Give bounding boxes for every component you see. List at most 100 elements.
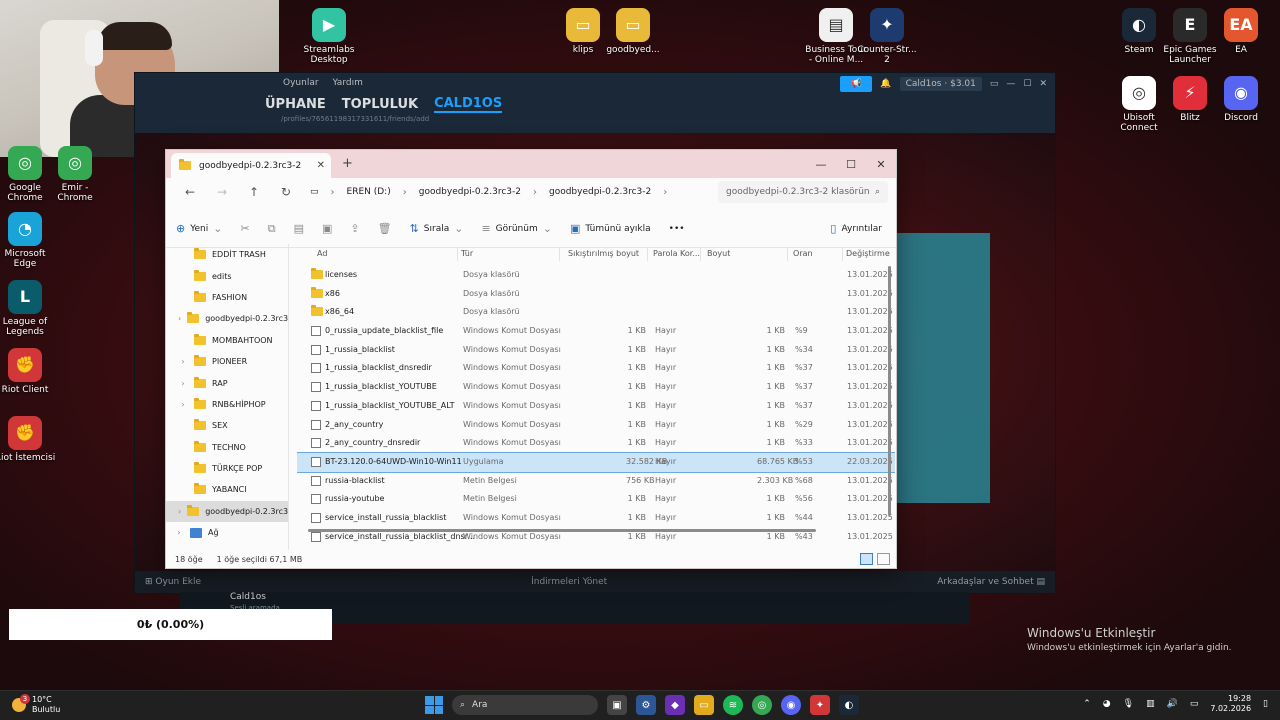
col-ratio[interactable]: Oran: [793, 249, 813, 258]
tab-close-icon[interactable]: ✕: [317, 160, 325, 171]
more-options-icon[interactable]: •••: [669, 224, 685, 234]
desktop-shortcut[interactable]: ◉ Discord: [1209, 76, 1273, 123]
nav-pane-item[interactable]: › RAP: [166, 372, 288, 393]
file-row[interactable]: licenses Dosya klasörü 13.01.2025: [297, 266, 895, 285]
monitor-icon[interactable]: ▭: [990, 79, 999, 89]
file-row[interactable]: 1_russia_blacklist_YOUTUBE_ALT Windows Ko…: [297, 397, 895, 416]
view-button[interactable]: ≡ Görünüm ⌄: [481, 222, 552, 235]
task-view-icon[interactable]: ▣: [607, 695, 627, 715]
menu-games[interactable]: Oyunlar: [283, 78, 319, 88]
clock[interactable]: 19:28 7.02.2026: [1210, 694, 1251, 715]
steam-icon[interactable]: ◐: [839, 695, 859, 715]
nav-pane-item[interactable]: TECHNO: [166, 437, 288, 458]
rename-icon[interactable]: ▣: [322, 222, 332, 235]
chevron-right-icon[interactable]: ›: [178, 379, 188, 388]
nav-pane-item[interactable]: FASHION: [166, 287, 288, 308]
nav-pane-item[interactable]: › goodbyedpi-0.2.3rc3-: [166, 500, 288, 523]
nav-pane-item[interactable]: › goodbyedpi-0.2.3rc3-: [166, 308, 288, 329]
delete-icon[interactable]: 🗑: [378, 222, 392, 235]
desktop-shortcut[interactable]: EA EA: [1209, 8, 1273, 55]
desktop-shortcut[interactable]: ◎ Emir - Chrome: [43, 146, 107, 204]
spotify-icon[interactable]: ≋: [723, 695, 743, 715]
nav-community[interactable]: TOPLULUK: [342, 97, 418, 112]
file-row[interactable]: 2_any_country_dnsredir Windows Komut Dosy…: [297, 434, 895, 453]
file-explorer-window[interactable]: goodbyedpi-0.2.3rc3-2 ✕ + — ☐ ✕ ← → ↑ ↻ …: [165, 149, 897, 569]
desktop-shortcut[interactable]: ✊ Riot Client: [0, 348, 57, 395]
file-row[interactable]: 0_russia_update_blacklist_file Windows Ko…: [297, 322, 895, 341]
search-input[interactable]: goodbyedpi-0.2.3rc3-2 klasörün ⌕: [718, 181, 888, 203]
file-explorer-icon[interactable]: ▭: [694, 695, 714, 715]
nav-library[interactable]: ÜPHANE: [265, 97, 326, 112]
file-row[interactable]: service_install_russia_blacklist Windows …: [297, 509, 895, 528]
nav-pane-item[interactable]: EDDİT TRASH: [166, 244, 288, 265]
file-row[interactable]: x86_64 Dosya klasörü 13.01.2025: [297, 303, 895, 322]
nav-profile[interactable]: CALD1OS: [434, 96, 503, 113]
breadcrumb[interactable]: ▭ › EREN (D:) › goodbyedpi-0.2.3rc3-2 › …: [304, 181, 714, 203]
menu-help[interactable]: Yardım: [333, 78, 363, 88]
file-row[interactable]: 1_russia_blacklist_YOUTUBE Windows Komut …: [297, 378, 895, 397]
breadcrumb-folder-2[interactable]: goodbyedpi-0.2.3rc3-2: [549, 187, 651, 197]
chevron-right-icon[interactable]: ›: [178, 357, 188, 366]
taskbar-search[interactable]: ⌕ Ara: [452, 695, 598, 715]
col-size[interactable]: Boyut: [707, 249, 730, 258]
file-row[interactable]: x86 Dosya klasörü 13.01.2025: [297, 285, 895, 304]
col-name[interactable]: Ad: [317, 249, 327, 258]
chrome-icon[interactable]: ◎: [752, 695, 772, 715]
file-row[interactable]: russia-blacklist Metin Belgesi 756 KB Hayır…: [297, 472, 895, 491]
up-button[interactable]: ↑: [240, 181, 268, 203]
nav-pane-item[interactable]: › Ağ: [166, 522, 288, 543]
paste-icon[interactable]: ▤: [294, 222, 304, 235]
file-row[interactable]: BT-23.120.0-64UWD-Win10-Win11 Uygulama 32.…: [297, 451, 895, 473]
details-view-button[interactable]: [860, 553, 873, 565]
riot-icon[interactable]: ✦: [810, 695, 830, 715]
col-type[interactable]: Tür: [461, 249, 473, 258]
chevron-up-icon[interactable]: ⌃: [1083, 699, 1091, 709]
close-button[interactable]: ✕: [866, 150, 896, 178]
col-compressed-size[interactable]: Sıkıştırılmış boyut: [568, 249, 639, 258]
cut-icon[interactable]: ✂: [240, 222, 249, 235]
chevron-right-icon[interactable]: ›: [174, 528, 184, 537]
refresh-button[interactable]: ↻: [272, 181, 300, 203]
vertical-scrollbar[interactable]: [888, 266, 891, 516]
file-row[interactable]: russia-youtube Metin Belgesi 1 KB Hayır 1 KB…: [297, 490, 895, 509]
copy-icon[interactable]: ⧉: [268, 222, 276, 236]
visual-studio-icon[interactable]: ◆: [665, 695, 685, 715]
network-icon[interactable]: ▥: [1146, 699, 1155, 709]
manage-downloads-button[interactable]: İndirmeleri Yönet: [531, 577, 607, 587]
desktop-shortcut[interactable]: ✊ Riot İstemcisi: [0, 416, 57, 463]
tray-app-icon[interactable]: ◕: [1103, 699, 1111, 709]
desktop-shortcut[interactable]: ◔ Microsoft Edge: [0, 212, 57, 270]
explorer-titlebar[interactable]: goodbyedpi-0.2.3rc3-2 ✕ + — ☐ ✕: [166, 150, 896, 178]
chevron-right-icon[interactable]: ›: [178, 314, 181, 323]
back-button[interactable]: ←: [176, 181, 204, 203]
file-row[interactable]: 2_any_country Windows Komut Dosyası 1 KB Ha…: [297, 416, 895, 435]
account-menu[interactable]: Cald1os · $3.01: [899, 77, 982, 91]
forward-button[interactable]: →: [208, 181, 236, 203]
col-password[interactable]: Parola Kor...: [653, 249, 700, 258]
desktop-shortcut[interactable]: L League of Legends: [0, 280, 57, 338]
nav-pane-item[interactable]: › PIONEER: [166, 351, 288, 372]
megaphone-icon[interactable]: 📢: [840, 76, 873, 92]
extract-all-button[interactable]: ▣ Tümünü ayıkla: [570, 222, 651, 235]
add-game-button[interactable]: ⊞ Oyun Ekle: [145, 577, 201, 587]
file-row[interactable]: 1_russia_blacklist Windows Komut Dosyası 1…: [297, 341, 895, 360]
nav-pane-item[interactable]: TÜRKÇE POP: [166, 458, 288, 479]
microphone-icon[interactable]: 🎙: [1123, 699, 1134, 709]
weather-widget[interactable]: 3 10°C Bulutlu: [12, 693, 60, 714]
nav-pane-item[interactable]: MOMBAHTOON: [166, 330, 288, 351]
breadcrumb-drive[interactable]: EREN (D:): [347, 187, 391, 197]
nav-pane-item[interactable]: YABANCI: [166, 479, 288, 500]
notification-icon[interactable]: ▯: [1263, 699, 1268, 709]
breadcrumb-folder-1[interactable]: goodbyedpi-0.2.3rc3-2: [419, 187, 521, 197]
settings-app-icon[interactable]: ⚙: [636, 695, 656, 715]
bell-icon[interactable]: 🔔: [880, 79, 891, 89]
desktop-shortcut[interactable]: ▭ goodbyed...: [601, 8, 665, 55]
horizontal-scrollbar[interactable]: [308, 529, 816, 532]
new-tab-button[interactable]: +: [342, 156, 353, 171]
details-pane-button[interactable]: ▯ Ayrıntılar: [830, 222, 882, 235]
minimize-button[interactable]: —: [1006, 79, 1015, 89]
chevron-right-icon[interactable]: ›: [178, 400, 188, 409]
desktop-shortcut[interactable]: ✦ Counter-Str... 2: [855, 8, 919, 66]
nav-pane-item[interactable]: SEX: [166, 415, 288, 436]
close-button[interactable]: ✕: [1039, 79, 1047, 89]
